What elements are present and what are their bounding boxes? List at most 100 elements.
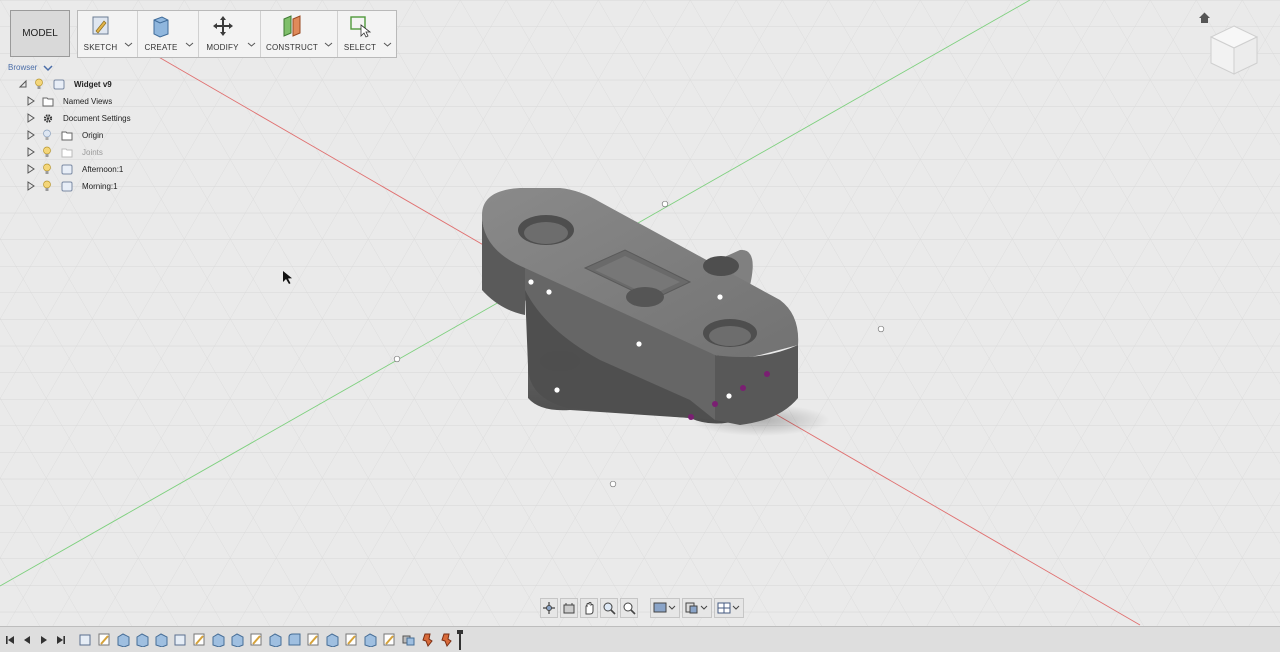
select-tool-button[interactable]: SELECT <box>338 11 396 57</box>
timeline-feature-extrude-icon[interactable] <box>211 632 226 647</box>
component-icon <box>53 79 65 89</box>
create-label: CREATE <box>144 43 178 52</box>
browser-item-label: Widget v9 <box>74 79 112 89</box>
workspace-label: MODEL <box>22 28 58 39</box>
browser-title: Browser <box>8 63 38 72</box>
visibility-bulb-icon[interactable] <box>42 180 52 192</box>
pan-icon <box>585 602 594 615</box>
timeline-start-button[interactable] <box>3 633 17 647</box>
browser-item-origin[interactable]: Origin <box>26 127 103 143</box>
play-icon <box>41 635 47 644</box>
navigation-bar <box>540 598 744 618</box>
pan-button[interactable] <box>580 598 598 618</box>
zoom-button[interactable] <box>600 598 618 618</box>
expand-triangle-icon[interactable] <box>26 147 36 157</box>
browser-item-label: Document Settings <box>63 113 131 123</box>
timeline-feature-extrude-icon[interactable] <box>325 632 340 647</box>
create-icon <box>153 16 169 38</box>
visibility-bulb-icon[interactable] <box>42 163 52 175</box>
timeline-feature-extrude-icon[interactable] <box>116 632 131 647</box>
visibility-bulb-icon[interactable] <box>42 146 52 158</box>
expand-triangle-icon[interactable] <box>26 181 36 191</box>
gear-icon <box>43 113 53 123</box>
component-icon <box>61 181 73 191</box>
timeline-end-button[interactable] <box>54 633 68 647</box>
timeline-marker-icon[interactable] <box>456 629 464 651</box>
go-to-start-icon <box>6 635 14 644</box>
expand-triangle-icon[interactable] <box>26 130 36 140</box>
browser-item-label: Joints <box>82 147 103 157</box>
timeline-feature-extrude-icon[interactable] <box>154 632 169 647</box>
grid-settings-button[interactable] <box>714 598 744 618</box>
expand-triangle-icon[interactable] <box>26 113 36 123</box>
timeline-feature-combine-icon[interactable] <box>401 632 416 647</box>
timeline-feature-extrude-icon[interactable] <box>363 632 378 647</box>
timeline-feature-box-icon[interactable] <box>173 632 188 647</box>
visibility-bulb-icon[interactable] <box>42 129 52 141</box>
timeline-previous-button[interactable] <box>20 633 34 647</box>
browser-item-morning[interactable]: Morning:1 <box>26 178 118 194</box>
timeline-feature-sketch-icon[interactable] <box>192 632 207 647</box>
select-icon <box>350 16 372 38</box>
chevron-down-icon[interactable] <box>185 41 194 48</box>
look-at-button[interactable] <box>560 598 578 618</box>
timeline-feature-fillet-icon[interactable] <box>287 632 302 647</box>
model-scene[interactable] <box>0 0 1280 626</box>
sketch-tool-button[interactable]: SKETCH <box>78 11 138 57</box>
chevron-down-icon[interactable] <box>324 41 333 48</box>
timeline-feature-joint-icon[interactable] <box>420 632 435 647</box>
browser-item-afternoon[interactable]: Afternoon:1 <box>26 161 123 177</box>
folder-icon <box>42 97 54 106</box>
browser-item-document-settings[interactable]: Document Settings <box>26 110 131 126</box>
look-at-icon <box>563 603 575 614</box>
timeline-feature-sketch-icon[interactable] <box>306 632 321 647</box>
main-toolbar: SKETCH CREATE MODIFY CONSTRUCT SELECT <box>77 10 397 58</box>
visual-style-icon <box>685 602 708 614</box>
modify-label: MODIFY <box>206 43 239 52</box>
timeline-feature-box-icon[interactable] <box>78 632 93 647</box>
display-settings-icon <box>653 602 676 613</box>
previous-step-icon <box>24 635 30 644</box>
zoom-icon <box>603 602 616 615</box>
chevron-down-icon[interactable] <box>383 41 392 48</box>
select-label: SELECT <box>343 43 377 52</box>
timeline-feature-sketch-icon[interactable] <box>97 632 112 647</box>
timeline-play-button[interactable] <box>37 633 51 647</box>
timeline-feature-extrude-icon[interactable] <box>135 632 150 647</box>
chevron-down-icon[interactable] <box>247 41 256 48</box>
fit-icon <box>623 602 636 615</box>
timeline-feature-sketch-icon[interactable] <box>249 632 264 647</box>
browser-item-named-views[interactable]: Named Views <box>26 93 112 109</box>
chevron-down-icon[interactable] <box>124 41 133 48</box>
browser-panel-header[interactable]: Browser <box>8 63 53 72</box>
visual-style-button[interactable] <box>682 598 712 618</box>
workspace-switcher-button[interactable]: MODEL <box>10 10 70 57</box>
component-icon <box>61 164 73 174</box>
canvas-viewport[interactable] <box>0 0 1280 626</box>
timeline-feature-extrude-icon[interactable] <box>268 632 283 647</box>
expand-triangle-icon[interactable] <box>18 79 28 89</box>
timeline-feature-extrude-icon[interactable] <box>230 632 245 647</box>
orbit-icon <box>543 602 555 614</box>
construct-tool-button[interactable]: CONSTRUCT <box>261 11 338 57</box>
chevron-down-icon[interactable] <box>43 64 53 72</box>
timeline-feature-sketch-icon[interactable] <box>344 632 359 647</box>
browser-item-joints[interactable]: Joints <box>26 144 103 160</box>
folder-icon <box>61 131 73 140</box>
timeline-feature-sketch-icon[interactable] <box>382 632 397 647</box>
create-tool-button[interactable]: CREATE <box>138 11 199 57</box>
browser-item-label: Origin <box>82 130 104 140</box>
view-cube[interactable] <box>1205 20 1263 78</box>
expand-triangle-icon[interactable] <box>26 164 36 174</box>
construct-icon <box>283 15 301 37</box>
modify-tool-button[interactable]: MODIFY <box>199 11 261 57</box>
display-settings-button[interactable] <box>650 598 680 618</box>
expand-triangle-icon[interactable] <box>26 96 36 106</box>
construct-label: CONSTRUCT <box>265 43 319 52</box>
fit-button[interactable] <box>620 598 638 618</box>
orbit-button[interactable] <box>540 598 558 618</box>
visibility-bulb-icon[interactable] <box>34 78 44 90</box>
sketch-icon <box>92 16 108 35</box>
browser-item-widget[interactable]: Widget v9 <box>18 76 112 92</box>
timeline-feature-joint-icon[interactable] <box>439 632 454 647</box>
